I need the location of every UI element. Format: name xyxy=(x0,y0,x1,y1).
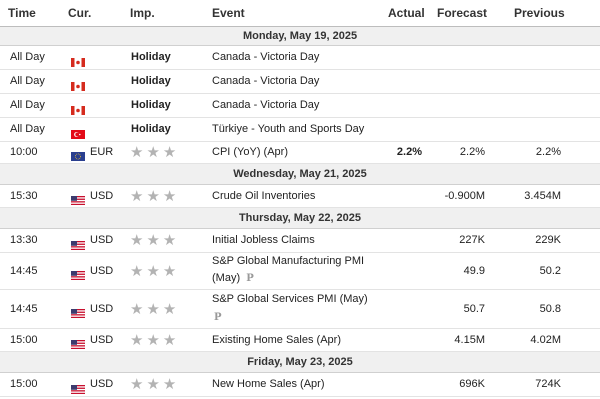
previous-value: 3.454M xyxy=(524,190,561,202)
event-time: All Day xyxy=(10,75,45,87)
previous-value: 50.8 xyxy=(539,303,561,315)
forecast-value: 2.2% xyxy=(459,146,485,158)
currency-code: EUR xyxy=(90,146,114,158)
table-row[interactable]: 15:00 USD ★★★ Existing Home Sales (Apr) … xyxy=(0,329,600,352)
table-row[interactable]: 14:45 USD ★★★ S&P Global Services PMI (M… xyxy=(0,290,600,329)
forecast-value: 227K xyxy=(459,234,485,246)
holiday-label: Holiday xyxy=(131,99,171,111)
preliminary-icon: P xyxy=(214,312,222,323)
event-time: 15:00 xyxy=(10,378,38,390)
importance-stars: ★★★ xyxy=(130,301,180,318)
event-time: 15:00 xyxy=(10,334,38,346)
us-flag-icon xyxy=(71,305,85,318)
importance-stars: ★★★ xyxy=(130,232,180,249)
currency-code: USD xyxy=(90,334,114,346)
table-row[interactable]: All Day Holiday Canada - Victoria Day xyxy=(0,94,600,118)
previous-value: 724K xyxy=(535,378,561,390)
event-time: 14:45 xyxy=(10,265,38,277)
date-separator: Monday, May 19, 2025 xyxy=(0,27,600,46)
importance-stars: ★★★ xyxy=(130,144,180,161)
table-row[interactable]: All Day Holiday Canada - Victoria Day xyxy=(0,46,600,70)
header-importance[interactable]: Imp. xyxy=(130,6,155,20)
event-name[interactable]: Initial Jobless Claims xyxy=(212,234,315,246)
header-previous[interactable]: Previous xyxy=(514,6,565,20)
date-separator: Thursday, May 22, 2025 xyxy=(0,208,600,229)
event-name[interactable]: Canada - Victoria Day xyxy=(212,51,319,63)
event-time: 14:45 xyxy=(10,303,38,315)
importance-stars: ★★★ xyxy=(130,188,180,205)
table-header: Time Cur. Imp. Event Actual Forecast Pre… xyxy=(0,0,600,27)
previous-value: 2.2% xyxy=(535,146,561,158)
event-name[interactable]: Canada - Victoria Day xyxy=(212,75,319,87)
header-event[interactable]: Event xyxy=(212,6,245,20)
us-flag-icon xyxy=(71,192,85,205)
event-name[interactable]: Canada - Victoria Day xyxy=(212,99,319,111)
us-flag-icon xyxy=(71,336,85,349)
table-row[interactable]: 10:00 EUR ★★★ CPI (YoY) (Apr) 2.2% 2.2% … xyxy=(0,142,600,164)
table-row[interactable]: 13:30 USD ★★★ Initial Jobless Claims 227… xyxy=(0,229,600,253)
preliminary-icon: P xyxy=(246,273,254,284)
forecast-value: 50.7 xyxy=(463,303,485,315)
previous-value: 50.2 xyxy=(539,265,561,277)
event-time: 15:30 xyxy=(10,190,38,202)
table-row[interactable]: 15:30 USD ★★★ Crude Oil Inventories -0.9… xyxy=(0,185,600,208)
currency-code: USD xyxy=(90,234,114,246)
table-row[interactable]: 14:45 USD ★★★ S&P Global Manufacturing P… xyxy=(0,253,600,290)
header-currency[interactable]: Cur. xyxy=(68,6,91,20)
header-time[interactable]: Time xyxy=(8,6,36,20)
us-flag-icon xyxy=(71,237,85,250)
event-time: 10:00 xyxy=(10,146,38,158)
us-flag-icon xyxy=(71,267,85,280)
importance-stars: ★★★ xyxy=(130,332,180,349)
event-name[interactable]: New Home Sales (Apr) xyxy=(212,378,324,390)
canada-flag-icon xyxy=(71,102,85,115)
date-separator: Friday, May 23, 2025 xyxy=(0,352,600,373)
turkey-flag-icon xyxy=(71,126,85,139)
canada-flag-icon xyxy=(71,54,85,67)
event-name[interactable]: S&P Global Manufacturing PMI xyxy=(212,255,364,267)
us-flag-icon xyxy=(71,381,85,394)
holiday-label: Holiday xyxy=(131,75,171,87)
event-name[interactable]: S&P Global Services PMI (May) xyxy=(212,293,368,305)
event-name[interactable]: Crude Oil Inventories xyxy=(212,190,315,202)
table-row[interactable]: All Day Holiday Türkiye - Youth and Spor… xyxy=(0,118,600,142)
forecast-value: 49.9 xyxy=(463,265,485,277)
forecast-value: -0.900M xyxy=(444,190,485,202)
event-time: All Day xyxy=(10,99,45,111)
previous-value: 4.02M xyxy=(530,334,561,346)
event-time: 13:30 xyxy=(10,234,38,246)
event-name[interactable]: Existing Home Sales (Apr) xyxy=(212,334,341,346)
holiday-label: Holiday xyxy=(131,123,171,135)
table-row[interactable]: 15:00 USD ★★★ New Home Sales (Apr) 696K … xyxy=(0,373,600,397)
previous-value: 229K xyxy=(535,234,561,246)
importance-stars: ★★★ xyxy=(130,376,180,393)
currency-code: USD xyxy=(90,265,114,277)
currency-code: USD xyxy=(90,378,114,390)
actual-value: 2.2% xyxy=(396,146,422,158)
table-row[interactable]: All Day Holiday Canada - Victoria Day xyxy=(0,70,600,94)
event-time: All Day xyxy=(10,51,45,63)
currency-code: USD xyxy=(90,190,114,202)
event-name[interactable]: CPI (YoY) (Apr) xyxy=(212,146,288,158)
forecast-value: 4.15M xyxy=(454,334,485,346)
importance-stars: ★★★ xyxy=(130,263,180,280)
event-time: All Day xyxy=(10,123,45,135)
header-actual[interactable]: Actual xyxy=(388,6,425,20)
date-separator: Wednesday, May 21, 2025 xyxy=(0,164,600,185)
forecast-value: 696K xyxy=(459,378,485,390)
holiday-label: Holiday xyxy=(131,51,171,63)
event-name[interactable]: Türkiye - Youth and Sports Day xyxy=(212,123,364,135)
event-name-line2[interactable]: (May) P xyxy=(212,272,254,284)
economic-calendar: Time Cur. Imp. Event Actual Forecast Pre… xyxy=(0,0,600,397)
header-forecast[interactable]: Forecast xyxy=(437,6,487,20)
currency-code: USD xyxy=(90,303,114,315)
eu-flag-icon xyxy=(71,148,85,161)
canada-flag-icon xyxy=(71,78,85,91)
